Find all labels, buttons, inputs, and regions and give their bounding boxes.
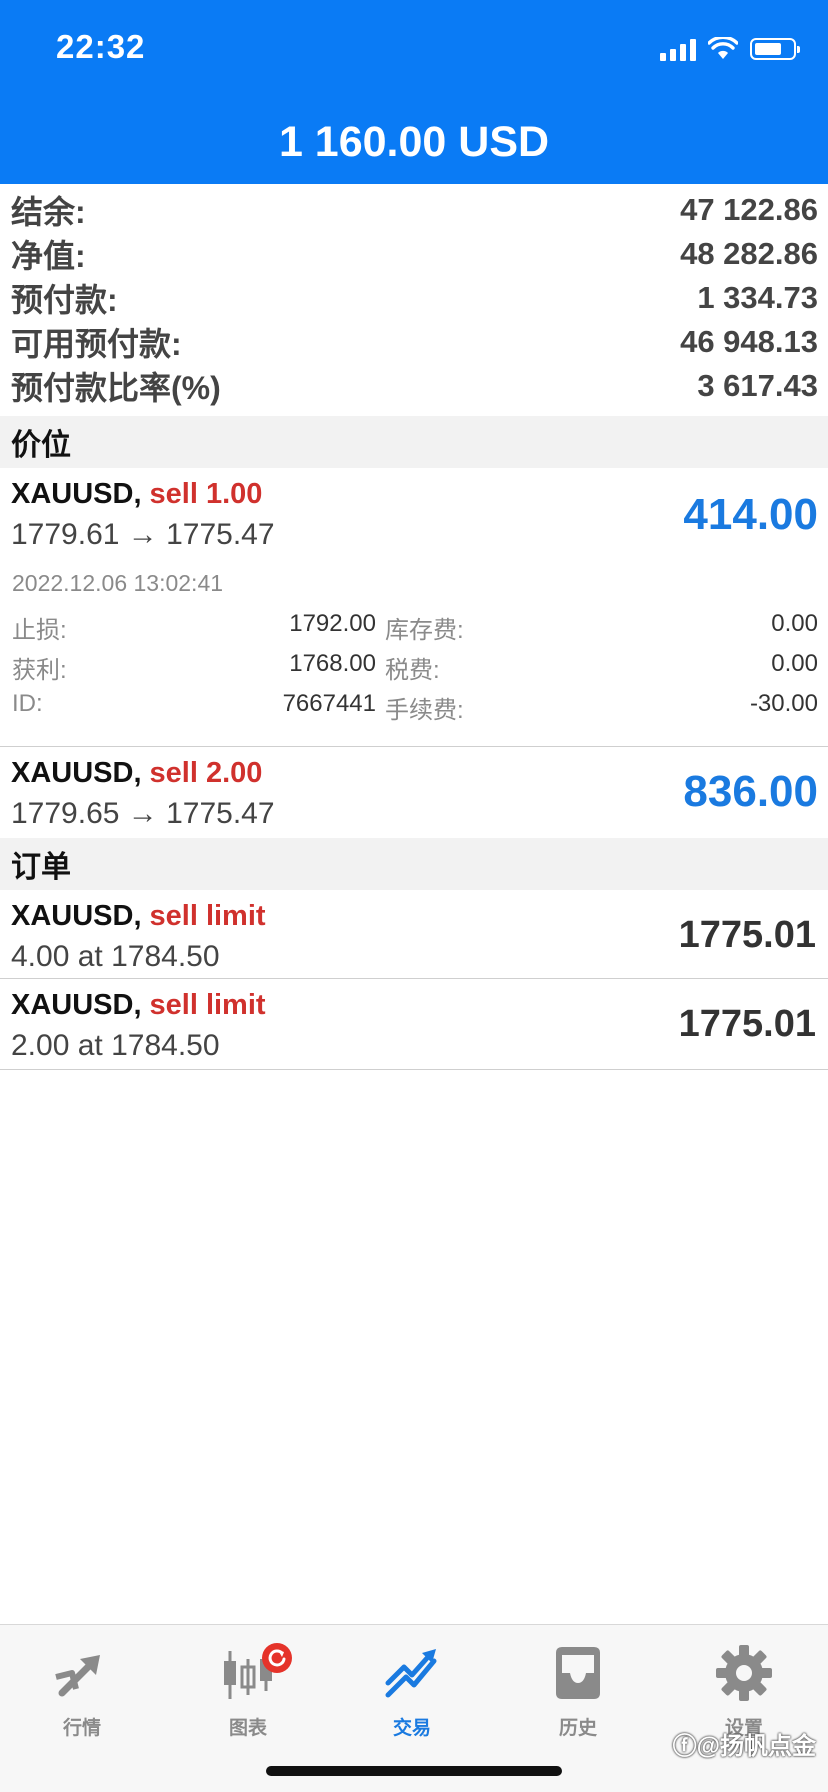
- tab-label: 图表: [228, 1718, 267, 1739]
- detail-label: 获利:: [12, 657, 67, 684]
- position-title: XAUUSD, sell 2.00: [11, 757, 262, 790]
- wifi-icon: [708, 37, 738, 59]
- tab-trade[interactable]: 交易: [352, 1639, 472, 1740]
- account-summary: 结余: 47 122.86 净值: 48 282.86 预付款: 1 334.7…: [0, 188, 828, 408]
- order-title: XAUUSD, sell limit: [11, 900, 266, 933]
- watermark: ⓕ@扬帆点金: [672, 1733, 816, 1760]
- summary-row-balance: 结余: 47 122.86: [0, 188, 828, 232]
- gear-icon: [716, 1645, 772, 1701]
- order-symbol: XAUUSD,: [11, 900, 142, 932]
- summary-value: 46 948.13: [680, 324, 818, 359]
- order-row[interactable]: XAUUSD, sell limit 2.00 at 1784.50 1775.0…: [0, 979, 828, 1069]
- position-prices: 1779.61 → 1775.47: [11, 518, 275, 551]
- tab-label: 历史: [558, 1718, 597, 1739]
- position-title: XAUUSD, sell 1.00: [11, 478, 262, 511]
- detail-label: 止损:: [12, 617, 67, 644]
- detail-label: 手续费:: [385, 697, 464, 724]
- detail-label: 库存费:: [385, 617, 464, 644]
- quotes-arrows-icon: [55, 1655, 100, 1697]
- detail-row: 获利: 1768.00 税费: 0.00: [12, 650, 818, 690]
- summary-label: 预付款:: [11, 282, 118, 318]
- tab-charts[interactable]: 图表: [188, 1639, 308, 1740]
- detail-value: 1768.00: [289, 650, 376, 677]
- detail-value: 0.00: [771, 650, 818, 677]
- detail-row: 止损: 1792.00 库存费: 0.00: [12, 610, 818, 650]
- summary-label: 净值:: [11, 238, 86, 274]
- detail-label: 税费:: [385, 657, 440, 684]
- account-profit-title: 1 160.00 USD: [278, 118, 550, 166]
- position-side: sell 2.00: [149, 757, 263, 789]
- cellular-signal-icon: [660, 37, 696, 61]
- summary-row-free-margin: 可用预付款: 46 948.13: [0, 320, 828, 364]
- position-details: 止损: 1792.00 库存费: 0.00 获利: 1768.00 税费: 0.…: [12, 610, 818, 730]
- detail-label: ID:: [12, 690, 43, 717]
- battery-icon: [750, 38, 800, 60]
- summary-row-margin: 预付款: 1 334.73: [0, 276, 828, 320]
- detail-row: ID: 7667441 手续费: -30.00: [12, 690, 818, 730]
- order-symbol: XAUUSD,: [11, 989, 142, 1021]
- summary-label: 结余:: [11, 194, 86, 230]
- position-profit: 414.00: [683, 490, 818, 539]
- order-side: sell limit: [149, 989, 266, 1021]
- summary-row-margin-level: 预付款比率(%) 3 617.43: [0, 364, 828, 408]
- order-side: sell limit: [149, 900, 266, 932]
- home-indicator[interactable]: [266, 1766, 562, 1776]
- summary-value: 48 282.86: [680, 236, 818, 271]
- status-icons: [660, 34, 800, 64]
- position-side: sell 1.00: [149, 478, 263, 510]
- position-row[interactable]: XAUUSD, sell 2.00 1779.65 → 1775.47 836.0…: [0, 747, 828, 837]
- tab-history[interactable]: 历史: [518, 1639, 638, 1740]
- tab-label: 交易: [392, 1718, 431, 1739]
- orders-section-header: 订单: [0, 838, 828, 890]
- order-details: 2.00 at 1784.50: [11, 1029, 220, 1062]
- summary-value: 3 617.43: [697, 368, 818, 403]
- position-profit: 836.00: [683, 767, 818, 816]
- app-header: 22:32 1 160.00 USD: [0, 0, 828, 184]
- order-price: 1775.01: [678, 1003, 816, 1045]
- tab-label: 行情: [62, 1718, 101, 1739]
- position-open-time: 2022.12.06 13:02:41: [12, 570, 224, 596]
- inbox-tray-icon: [556, 1647, 600, 1699]
- position-prices: 1779.65 → 1775.47: [11, 797, 275, 830]
- detail-value: 1792.00: [289, 610, 376, 637]
- order-details: 4.00 at 1784.50: [11, 940, 220, 973]
- summary-value: 47 122.86: [680, 192, 818, 227]
- position-symbol: XAUUSD,: [11, 757, 142, 789]
- summary-row-equity: 净值: 48 282.86: [0, 232, 828, 276]
- order-row[interactable]: XAUUSD, sell limit 4.00 at 1784.50 1775.0…: [0, 890, 828, 978]
- row-divider: [0, 1069, 828, 1070]
- position-symbol: XAUUSD,: [11, 478, 142, 510]
- summary-label: 预付款比率(%): [11, 370, 221, 406]
- refresh-badge: [262, 1643, 292, 1673]
- detail-value: -30.00: [749, 690, 818, 717]
- order-price: 1775.01: [678, 914, 816, 956]
- status-time: 22:32: [56, 28, 146, 65]
- refresh-icon: [268, 1649, 286, 1667]
- trade-chart-icon: [385, 1649, 437, 1698]
- tab-quotes[interactable]: 行情: [22, 1639, 142, 1740]
- detail-value: 7667441: [282, 690, 376, 717]
- summary-label: 可用预付款:: [11, 326, 182, 362]
- summary-value: 1 334.73: [697, 280, 818, 315]
- detail-value: 0.00: [771, 610, 818, 637]
- tab-settings[interactable]: 设置: [684, 1639, 804, 1740]
- order-title: XAUUSD, sell limit: [11, 989, 266, 1022]
- positions-section-header: 价位: [0, 416, 828, 468]
